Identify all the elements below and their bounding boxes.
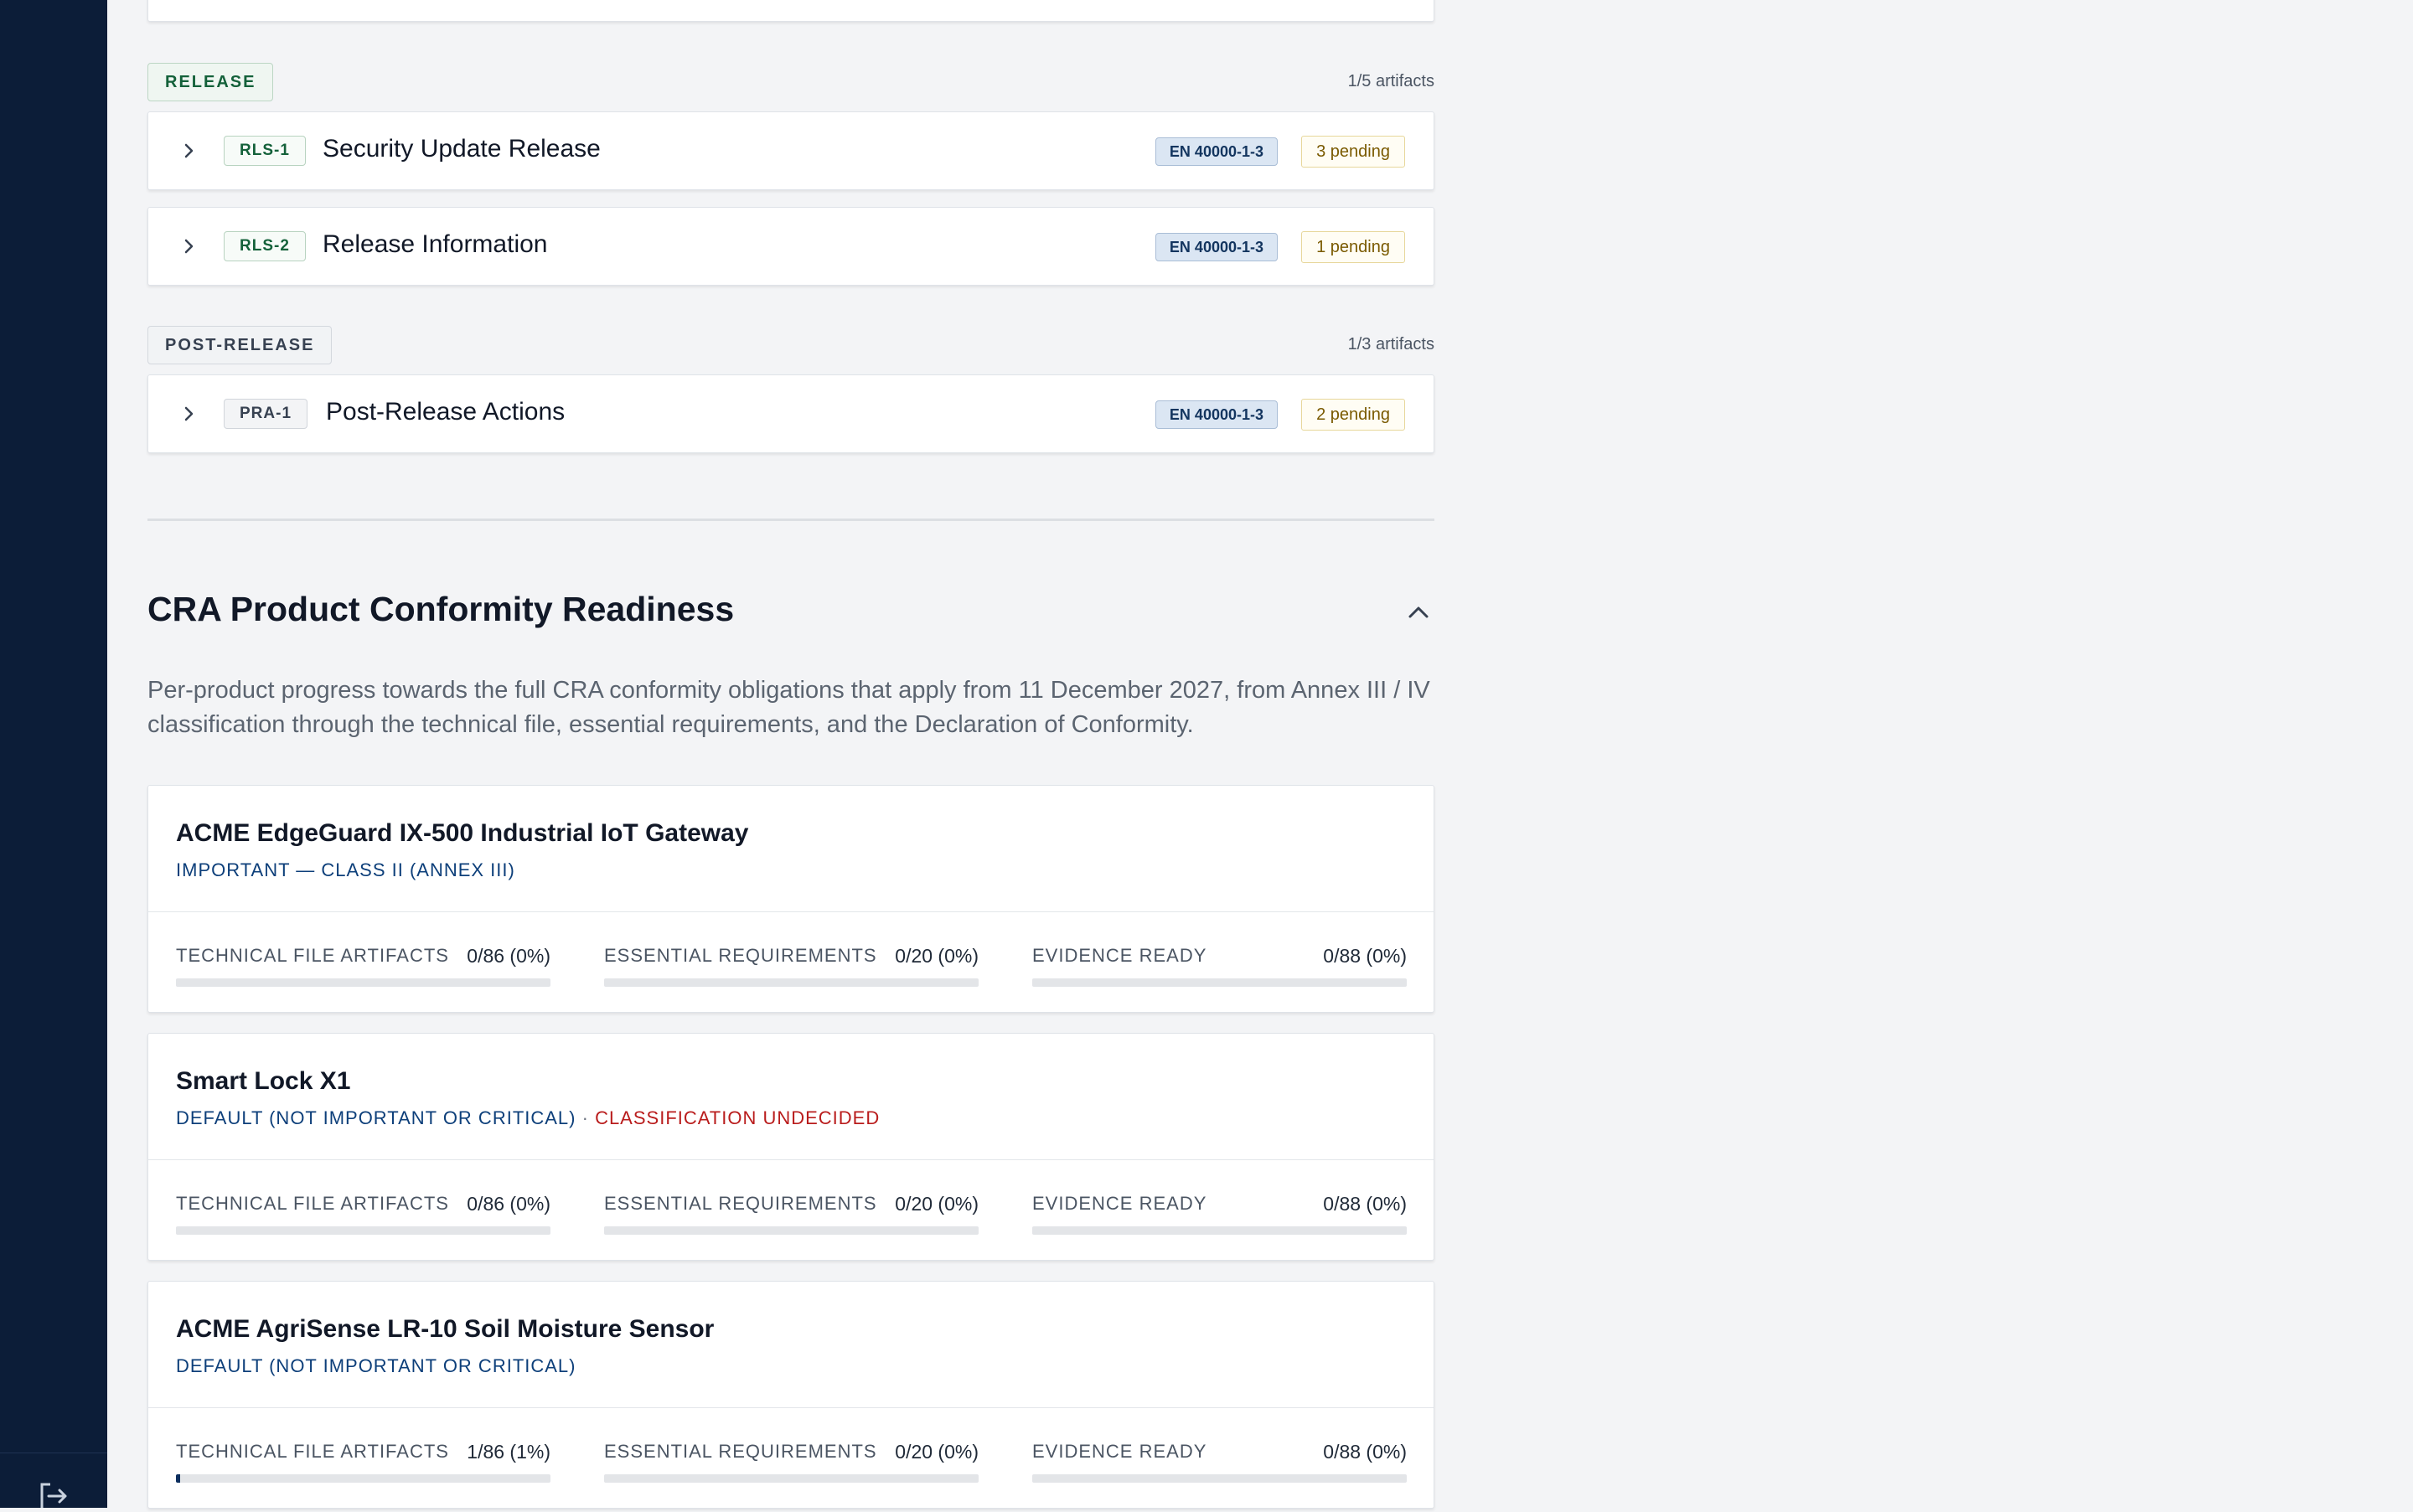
artifact-title: Post-Release Actions xyxy=(326,398,566,426)
chevron-right-icon[interactable] xyxy=(178,141,199,161)
artifact-title: Security Update Release xyxy=(323,135,601,163)
metric-technical-file: TECHNICAL FILE ARTIFACTS 0/86 (0%) xyxy=(176,1193,550,1235)
section-divider xyxy=(147,519,1434,521)
metric-value: 0/20 (0%) xyxy=(895,945,979,967)
metric-technical-file: TECHNICAL FILE ARTIFACTS 1/86 (1%) xyxy=(176,1441,550,1483)
product-name: Smart Lock X1 xyxy=(176,1067,351,1095)
classification-label: IMPORTANT — CLASS II (ANNEX III) xyxy=(176,859,515,880)
metric-value: 0/88 (0%) xyxy=(1323,1193,1407,1215)
metric-label: TECHNICAL FILE ARTIFACTS xyxy=(176,1193,449,1214)
metric-essential-requirements: ESSENTIAL REQUIREMENTS 0/20 (0%) xyxy=(604,1193,979,1235)
metric-essential-requirements: ESSENTIAL REQUIREMENTS 0/20 (0%) xyxy=(604,945,979,987)
pending-badge: 1 pending xyxy=(1301,231,1405,263)
group-count-release: 1/5 artifacts xyxy=(1347,72,1434,90)
sidebar xyxy=(0,0,107,1508)
classification-warning: CLASSIFICATION UNDECIDED xyxy=(595,1107,881,1128)
metric-value: 0/88 (0%) xyxy=(1323,945,1407,967)
progress-bar xyxy=(176,978,550,987)
progress-bar xyxy=(604,978,979,987)
metric-value: 0/88 (0%) xyxy=(1323,1441,1407,1463)
section-description: Per-product progress towards the full CR… xyxy=(147,677,1430,738)
section-title: CRA Product Conformity Readiness xyxy=(147,590,735,628)
card-divider xyxy=(148,1407,1434,1408)
pending-badge: 2 pending xyxy=(1301,399,1405,431)
chevron-right-icon[interactable] xyxy=(178,236,199,256)
metric-technical-file: TECHNICAL FILE ARTIFACTS 0/86 (0%) xyxy=(176,945,550,987)
progress-bar xyxy=(176,1474,550,1483)
standard-badge: EN 40000-1-3 xyxy=(1155,400,1278,429)
metric-label: ESSENTIAL REQUIREMENTS xyxy=(604,945,877,966)
progress-bar xyxy=(1032,978,1407,987)
artifact-code: RLS-2 xyxy=(224,231,306,261)
product-name: ACME AgriSense LR-10 Soil Moisture Senso… xyxy=(176,1315,715,1343)
artifact-title: Release Information xyxy=(323,230,548,258)
standard-badge: EN 40000-1-3 xyxy=(1155,137,1278,166)
previous-card xyxy=(147,0,1434,22)
metric-label: TECHNICAL FILE ARTIFACTS xyxy=(176,1441,449,1462)
group-count-post-release: 1/3 artifacts xyxy=(1347,335,1434,353)
metric-value: 0/20 (0%) xyxy=(895,1441,979,1463)
metric-value: 0/20 (0%) xyxy=(895,1193,979,1215)
group-tag-release: RELEASE xyxy=(147,63,274,101)
metric-label: TECHNICAL FILE ARTIFACTS xyxy=(176,945,449,966)
metric-essential-requirements: ESSENTIAL REQUIREMENTS 0/20 (0%) xyxy=(604,1441,979,1483)
product-name: ACME EdgeGuard IX-500 Industrial IoT Gat… xyxy=(176,819,749,847)
classification-label: DEFAULT (NOT IMPORTANT OR CRITICAL) xyxy=(176,1107,576,1128)
progress-fill xyxy=(176,1474,181,1483)
metric-value: 1/86 (1%) xyxy=(467,1441,550,1463)
product-card[interactable]: ACME AgriSense LR-10 Soil Moisture Senso… xyxy=(147,1281,1434,1509)
progress-bar xyxy=(176,1226,550,1235)
product-classification: DEFAULT (NOT IMPORTANT OR CRITICAL) xyxy=(176,1355,576,1377)
product-card[interactable]: Smart Lock X1 DEFAULT (NOT IMPORTANT OR … xyxy=(147,1033,1434,1261)
metric-evidence-ready: EVIDENCE READY 0/88 (0%) xyxy=(1032,1441,1407,1483)
progress-bar xyxy=(604,1226,979,1235)
pending-badge: 3 pending xyxy=(1301,136,1405,168)
progress-bar xyxy=(604,1474,979,1483)
progress-bar xyxy=(1032,1226,1407,1235)
metric-evidence-ready: EVIDENCE READY 0/88 (0%) xyxy=(1032,1193,1407,1235)
metric-value: 0/86 (0%) xyxy=(467,945,550,967)
card-divider xyxy=(148,1159,1434,1160)
artifact-row[interactable]: RLS-1 Security Update Release EN 40000-1… xyxy=(147,111,1434,190)
group-tag-post-release: POST-RELEASE xyxy=(147,326,333,364)
progress-bar xyxy=(1032,1474,1407,1483)
artifact-row[interactable]: RLS-2 Release Information EN 40000-1-3 1… xyxy=(147,207,1434,286)
product-classification: IMPORTANT — CLASS II (ANNEX III) xyxy=(176,859,515,881)
product-classification: DEFAULT (NOT IMPORTANT OR CRITICAL) · CL… xyxy=(176,1107,880,1129)
metric-evidence-ready: EVIDENCE READY 0/88 (0%) xyxy=(1032,945,1407,987)
card-divider xyxy=(148,911,1434,912)
metric-label: ESSENTIAL REQUIREMENTS xyxy=(604,1193,877,1214)
metric-label: ESSENTIAL REQUIREMENTS xyxy=(604,1441,877,1462)
classification-separator: · xyxy=(576,1107,596,1128)
artifact-code: RLS-1 xyxy=(224,136,306,166)
logout-icon[interactable] xyxy=(37,1483,70,1508)
metric-label: EVIDENCE READY xyxy=(1032,945,1207,966)
classification-label: DEFAULT (NOT IMPORTANT OR CRITICAL) xyxy=(176,1355,576,1376)
standard-badge: EN 40000-1-3 xyxy=(1155,233,1278,261)
chevron-right-icon[interactable] xyxy=(178,404,199,424)
chevron-up-icon[interactable] xyxy=(1406,603,1431,622)
main-content: RELEASE 1/5 artifacts RLS-1 Security Upd… xyxy=(147,0,1434,1509)
artifact-code: PRA-1 xyxy=(224,399,308,429)
metric-label: EVIDENCE READY xyxy=(1032,1441,1207,1462)
metric-value: 0/86 (0%) xyxy=(467,1193,550,1215)
product-card[interactable]: ACME EdgeGuard IX-500 Industrial IoT Gat… xyxy=(147,785,1434,1013)
artifact-row[interactable]: PRA-1 Post-Release Actions EN 40000-1-3 … xyxy=(147,374,1434,453)
metric-label: EVIDENCE READY xyxy=(1032,1193,1207,1214)
